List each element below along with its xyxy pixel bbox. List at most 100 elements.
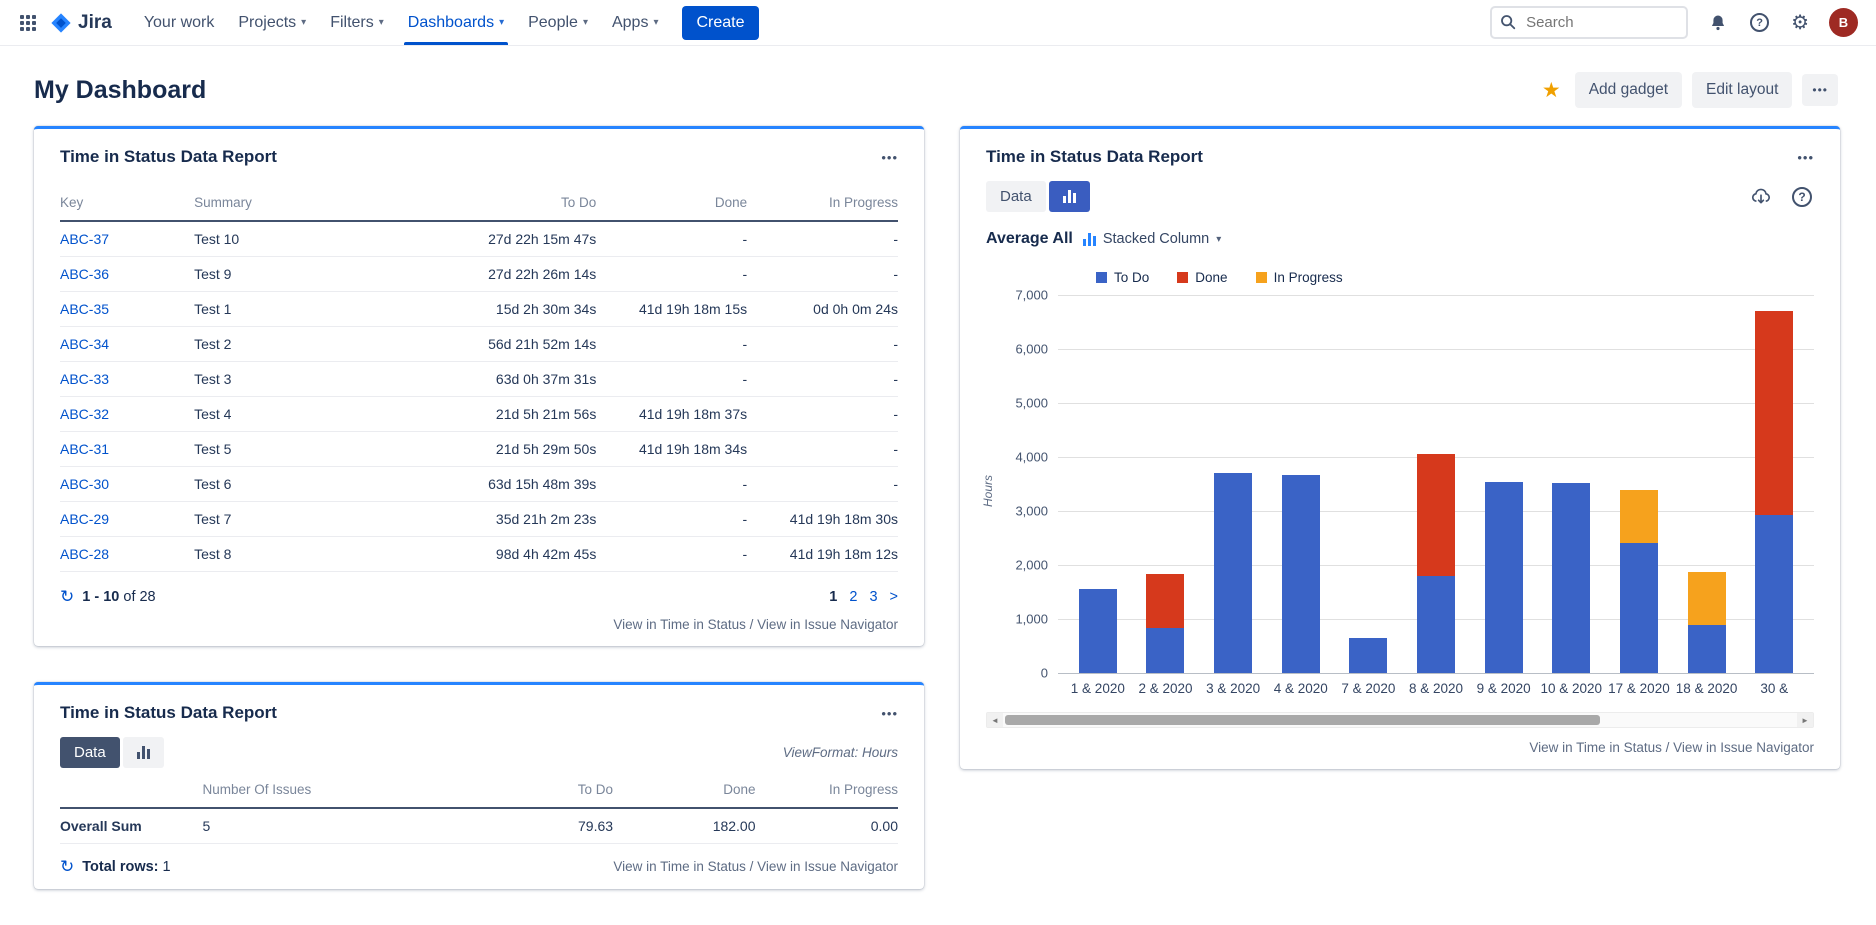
page-link-2[interactable]: 2	[849, 589, 857, 605]
issue-key-link[interactable]: ABC-36	[60, 266, 109, 282]
issue-key-link[interactable]: ABC-30	[60, 476, 109, 492]
table-cell: 27d 22h 15m 47s	[412, 221, 596, 257]
issue-key-link[interactable]: ABC-28	[60, 546, 109, 562]
dashboard-more-button[interactable]: •••	[1802, 74, 1838, 106]
top-nav: Jira Your workProjects▾Filters▾Dashboard…	[0, 0, 1876, 46]
x-axis-label: 10 & 2020	[1537, 681, 1605, 696]
settings-gear-icon[interactable]: ⚙	[1789, 11, 1811, 35]
table-cell: 56d 21h 52m 14s	[412, 327, 596, 362]
next-page-link[interactable]: >	[890, 589, 898, 605]
x-axis-label: 7 & 2020	[1335, 681, 1403, 696]
jira-logo-text: Jira	[78, 12, 112, 34]
issue-key-link[interactable]: ABC-33	[60, 371, 109, 387]
bar-cell	[1537, 483, 1605, 673]
add-gadget-button[interactable]: Add gadget	[1575, 72, 1682, 108]
edit-layout-button[interactable]: Edit layout	[1692, 72, 1792, 108]
y-tick-label: 4,000	[1015, 450, 1048, 465]
download-chart-icon[interactable]	[1748, 184, 1774, 210]
app-switcher-icon[interactable]	[14, 9, 42, 37]
nav-item-label: Filters	[330, 14, 374, 32]
issue-key-cell: ABC-31	[60, 432, 194, 467]
jira-logo[interactable]: Jira	[50, 12, 112, 34]
table-cell: 27d 22h 26m 14s	[412, 257, 596, 292]
issue-key-cell: ABC-35	[60, 292, 194, 327]
chart-horizontal-scrollbar[interactable]: ◄ ►	[986, 712, 1814, 728]
legend-item-done[interactable]: Done	[1177, 270, 1227, 285]
nav-item-apps[interactable]: Apps▾	[600, 0, 671, 45]
gadget-time-in-status-table: Time in Status Data Report ••• KeySummar…	[34, 126, 924, 646]
legend-label: In Progress	[1274, 270, 1343, 285]
page-link-3[interactable]: 3	[869, 589, 877, 605]
x-axis-label: 30 &	[1740, 681, 1808, 696]
bar-chart-icon	[137, 746, 150, 759]
help-icon[interactable]: ?	[1748, 11, 1771, 34]
notifications-icon[interactable]	[1706, 11, 1730, 35]
y-tick-label: 3,000	[1015, 504, 1048, 519]
issue-key-link[interactable]: ABC-34	[60, 336, 109, 352]
gadget3-view-toggle: Data	[986, 181, 1090, 212]
scroll-right-arrow[interactable]: ►	[1797, 713, 1813, 727]
create-button[interactable]: Create	[682, 6, 758, 40]
legend-item-in-progress[interactable]: In Progress	[1256, 270, 1343, 285]
gadget1-more-icon[interactable]: •••	[881, 150, 898, 165]
chart-view-button[interactable]	[123, 737, 164, 768]
view-in-issue-navigator-link[interactable]: View in Issue Navigator	[757, 617, 898, 632]
table-cell: Test 10	[194, 221, 412, 257]
bar-segment-to-do	[1079, 589, 1117, 673]
search-input[interactable]	[1490, 6, 1688, 39]
gadget3-more-icon[interactable]: •••	[1797, 150, 1814, 165]
scroll-left-arrow[interactable]: ◄	[987, 713, 1003, 727]
favorite-star-icon[interactable]: ★	[1542, 78, 1561, 103]
scrollbar-thumb[interactable]	[1005, 715, 1600, 725]
gadget3-footer-links: View in Time in Status / View in Issue N…	[986, 740, 1814, 755]
table-cell: 21d 5h 21m 56s	[412, 397, 596, 432]
refresh-icon[interactable]: ↻	[60, 858, 74, 875]
issue-key-link[interactable]: ABC-31	[60, 441, 109, 457]
view-in-issue-navigator-link[interactable]: View in Issue Navigator	[757, 859, 898, 874]
legend-swatch	[1177, 272, 1188, 283]
g1-header-row: KeySummaryTo DoDoneIn Progress	[60, 191, 898, 221]
chart-help-icon[interactable]: ?	[1790, 185, 1814, 209]
legend-label: To Do	[1114, 270, 1149, 285]
search-icon	[1499, 13, 1517, 31]
bar-segment-to-do	[1688, 625, 1726, 673]
issue-key-link[interactable]: ABC-35	[60, 301, 109, 317]
chart-type-dropdown[interactable]: Stacked Column ▾	[1083, 231, 1221, 247]
dashboard-content: Time in Status Data Report ••• KeySummar…	[0, 118, 1876, 925]
table-cell: Test 2	[194, 327, 412, 362]
table-cell: 41d 19h 18m 30s	[747, 502, 898, 537]
nav-item-projects[interactable]: Projects▾	[226, 0, 318, 45]
nav-item-your-work[interactable]: Your work	[132, 0, 227, 45]
gadget2-header: Time in Status Data Report •••	[60, 703, 898, 723]
legend-item-to-do[interactable]: To Do	[1096, 270, 1149, 285]
data-view-button[interactable]: Data	[60, 737, 120, 768]
chart-view-button[interactable]	[1049, 181, 1090, 212]
chevron-down-icon: ▾	[653, 17, 658, 28]
view-in-issue-navigator-link[interactable]: View in Issue Navigator	[1673, 740, 1814, 755]
data-view-button[interactable]: Data	[986, 181, 1046, 212]
gadget2-view-toggle: Data	[60, 737, 164, 768]
issue-key-cell: ABC-29	[60, 502, 194, 537]
refresh-icon[interactable]: ↻	[60, 588, 74, 605]
issue-key-link[interactable]: ABC-37	[60, 231, 109, 247]
issue-key-link[interactable]: ABC-29	[60, 511, 109, 527]
g2-header-row: Number Of IssuesTo DoDoneIn Progress	[60, 778, 898, 808]
nav-item-filters[interactable]: Filters▾	[318, 0, 396, 45]
table-cell: Test 6	[194, 467, 412, 502]
gadget1-footer-links: View in Time in Status / View in Issue N…	[60, 617, 898, 632]
view-in-time-in-status-link[interactable]: View in Time in Status	[1529, 740, 1662, 755]
page-link-1[interactable]: 1	[829, 589, 837, 605]
issue-key-link[interactable]: ABC-32	[60, 406, 109, 422]
chart-type-label: Stacked Column	[1103, 231, 1209, 247]
table-cell: -	[596, 362, 747, 397]
nav-item-people[interactable]: People▾	[516, 0, 600, 45]
view-in-time-in-status-link[interactable]: View in Time in Status	[613, 859, 746, 874]
gadget2-more-icon[interactable]: •••	[881, 706, 898, 721]
view-in-time-in-status-link[interactable]: View in Time in Status	[613, 617, 746, 632]
bar-segment-done	[1146, 574, 1184, 628]
nav-item-dashboards[interactable]: Dashboards▾	[396, 0, 516, 45]
bar-cell	[1335, 638, 1403, 673]
user-avatar[interactable]: B	[1829, 8, 1858, 37]
table-row: ABC-35Test 115d 2h 30m 34s41d 19h 18m 15…	[60, 292, 898, 327]
g2-sum-row: Overall Sum579.63182.000.00	[60, 808, 898, 844]
